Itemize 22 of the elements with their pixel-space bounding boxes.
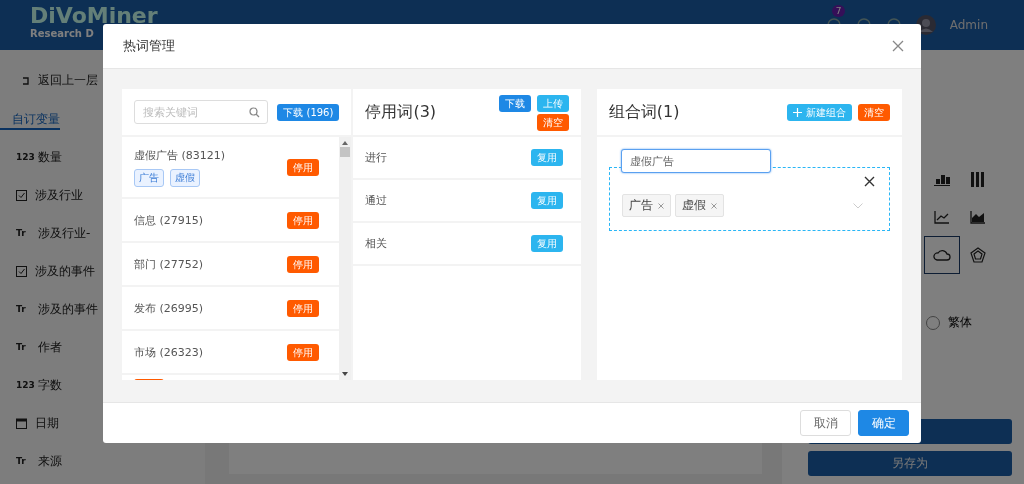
hot-word: 市场 (26323) xyxy=(134,344,204,360)
dialog-title: 热词管理 xyxy=(123,37,175,55)
text-type-icon: Tr xyxy=(16,228,30,238)
panel-title: 停用词(3) xyxy=(365,101,437,123)
hot-word: 信息 (27915) xyxy=(134,212,204,228)
text-type-icon: Tr xyxy=(16,456,30,466)
selected-tag: 虚假 xyxy=(674,194,724,217)
selected-tag: 广告 xyxy=(621,194,671,217)
word-tag: 虚假 xyxy=(170,168,200,187)
stop-word: 通过 xyxy=(365,193,388,208)
text-type-icon: Tr xyxy=(16,342,30,352)
notification-badge: 7 xyxy=(831,5,846,17)
stop-word: 相关 xyxy=(365,236,388,251)
stop-word: 进行 xyxy=(365,150,388,165)
logo-text: DiVoMiner xyxy=(30,4,158,28)
hot-word: 发布 (26995) xyxy=(134,300,204,316)
logo-subtitle: Research D xyxy=(30,28,95,40)
text-type-icon: Tr xyxy=(16,304,30,314)
panel-title: 组合词(1) xyxy=(608,101,680,123)
hot-word: 部门 (27752) xyxy=(134,256,204,272)
word-tag: 广告 xyxy=(134,168,164,187)
hot-word: 虚假广告 (83121) xyxy=(134,147,226,163)
